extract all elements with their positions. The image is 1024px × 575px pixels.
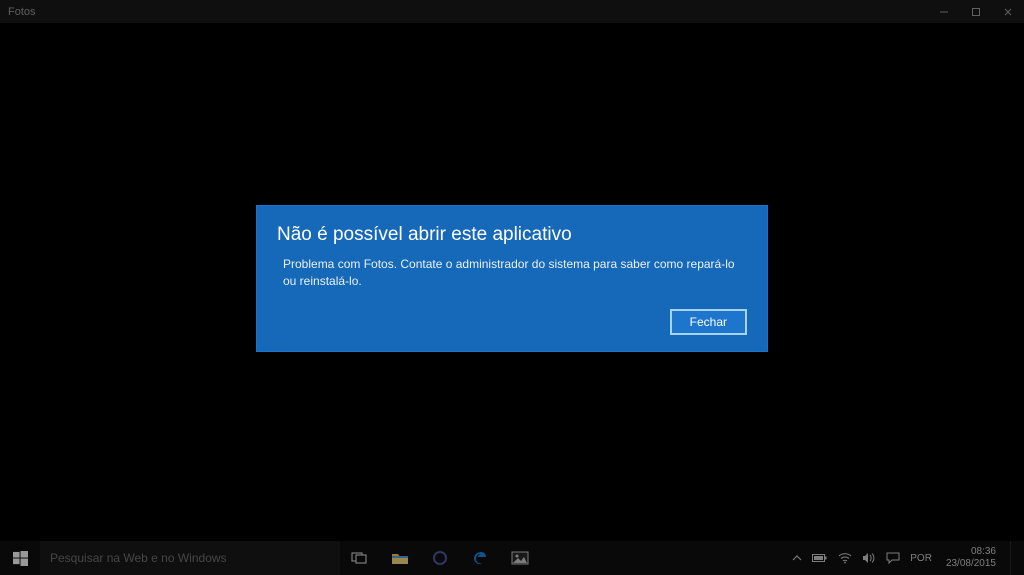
error-modal: Não é possível abrir este aplicativo Pro… — [256, 205, 768, 352]
modal-title: Não é possível abrir este aplicativo — [277, 224, 747, 246]
modal-body: Problema com Fotos. Contate o administra… — [277, 256, 747, 291]
close-modal-button[interactable]: Fechar — [670, 309, 747, 335]
modal-actions: Fechar — [277, 309, 747, 335]
